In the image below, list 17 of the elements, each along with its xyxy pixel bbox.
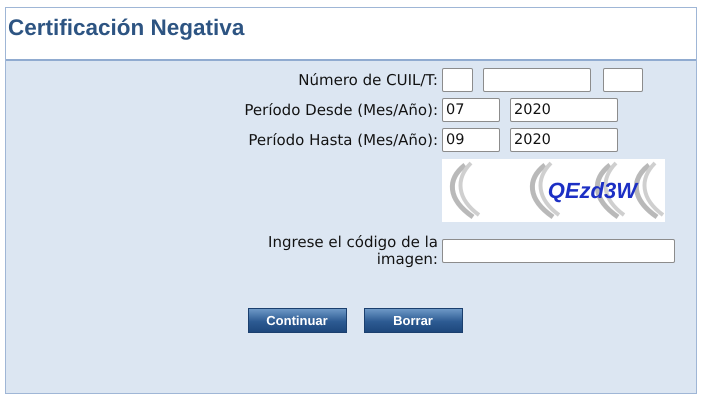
input-field[interactable] — [603, 68, 643, 92]
captcha-code: QEzd3W — [548, 178, 637, 204]
input-field[interactable]: 2020 — [510, 128, 618, 152]
form-button[interactable]: Continuar — [248, 308, 346, 333]
field-label: Período Hasta (Mes/Año): — [248, 132, 439, 148]
input-field[interactable]: 07 — [442, 98, 500, 122]
input-field[interactable] — [442, 68, 473, 92]
page-title: Certificación Negativa — [8, 15, 244, 40]
input-field[interactable] — [442, 239, 675, 263]
input-field[interactable] — [483, 68, 591, 92]
field-label: Número de CUIL/T: — [298, 72, 439, 88]
field-label: Período Desde (Mes/Año): — [244, 102, 439, 118]
field-label: Ingrese el código de la imagen: — [267, 234, 439, 268]
input-field[interactable]: 2020 — [510, 98, 618, 122]
form-button[interactable]: Borrar — [364, 308, 462, 333]
input-field[interactable]: 09 — [442, 128, 500, 152]
swirl-drawing — [450, 162, 480, 219]
